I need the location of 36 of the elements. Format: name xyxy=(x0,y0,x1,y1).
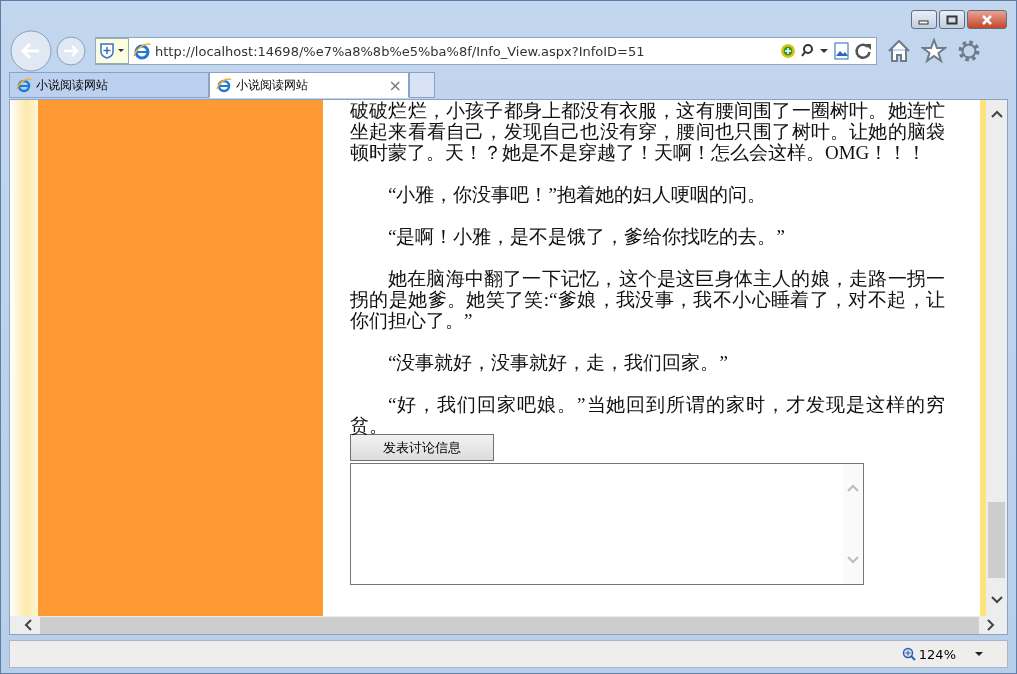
star-icon[interactable] xyxy=(921,38,947,64)
forward-button[interactable] xyxy=(55,35,87,67)
url-text: http://localhost:14698/%e7%a8%8b%e5%ba%8f/Info_View.aspx?InfoID=51 xyxy=(155,43,646,59)
dropdown-arrow-icon[interactable] xyxy=(973,650,985,658)
zoom-icon[interactable] xyxy=(901,647,916,661)
scrollbar-thumb[interactable] xyxy=(988,502,1005,578)
browser-tab[interactable]: 小说阅读网站 × xyxy=(209,72,409,98)
shield-plus-icon[interactable] xyxy=(95,37,129,64)
browser-logo-icon xyxy=(16,77,32,93)
settings-icon[interactable] xyxy=(956,38,982,64)
text-area[interactable] xyxy=(350,463,864,585)
zoom-level[interactable]: 124% xyxy=(918,646,956,662)
address-bar[interactable]: http://localhost:14698/%e7%a8%8b%e5%ba%8f/Info_View.aspx?InfoID=51 xyxy=(95,37,877,65)
paragraph: “是啊！小雅，是不是饿了，爹给你找吃的去。” xyxy=(387,226,786,247)
maximize-button[interactable] xyxy=(939,10,965,29)
paragraph: 破破烂烂，小孩子都身上都没有衣服，这有腰间围了一圈树叶。她连忙坐起来看看自己，发现自己也没有穿，腰间也只围了树叶。让她的脑袋顿时蒙了。天！？她是不是穿越了！天啊！怎么会这样。OMG！！！ xyxy=(350,100,945,163)
add-icon[interactable] xyxy=(780,43,796,59)
close-button[interactable] xyxy=(967,10,1007,29)
post-discussion-button[interactable]: 发表讨论信息 xyxy=(350,434,494,461)
browser-tab[interactable]: 小说阅读网站 xyxy=(9,72,209,98)
refresh-icon[interactable] xyxy=(854,42,872,60)
close-icon xyxy=(981,14,993,25)
paragraph: “好，我们回家吧娘。”当她回到所谓的家时，才发现是这样的穷贫。 xyxy=(350,394,945,436)
paragraph: “没事就好，没事就好，走，我们回家。” xyxy=(387,352,729,373)
paragraph: 她在脑海中翻了一下记忆，这个是这巨身体主人的娘，走路一拐一拐的是她爹。她笑了笑:“爹娘，我没事，我不小心睡着了，对不起，让你们担心了。” xyxy=(350,268,945,331)
image-icon[interactable] xyxy=(834,42,850,60)
maximize-icon xyxy=(946,14,958,25)
search-icon[interactable] xyxy=(800,43,830,59)
home-icon[interactable] xyxy=(886,38,912,64)
minimize-button[interactable] xyxy=(911,10,937,29)
browser-logo-icon xyxy=(133,42,151,60)
paragraph: “小雅，你没事吧！”抱着她的妇人哽咽的问。 xyxy=(387,184,767,205)
vertical-scrollbar[interactable] xyxy=(986,100,1007,616)
browser-logo-icon xyxy=(216,77,232,93)
back-button[interactable] xyxy=(9,29,53,73)
close-tab-button[interactable]: × xyxy=(388,75,402,95)
